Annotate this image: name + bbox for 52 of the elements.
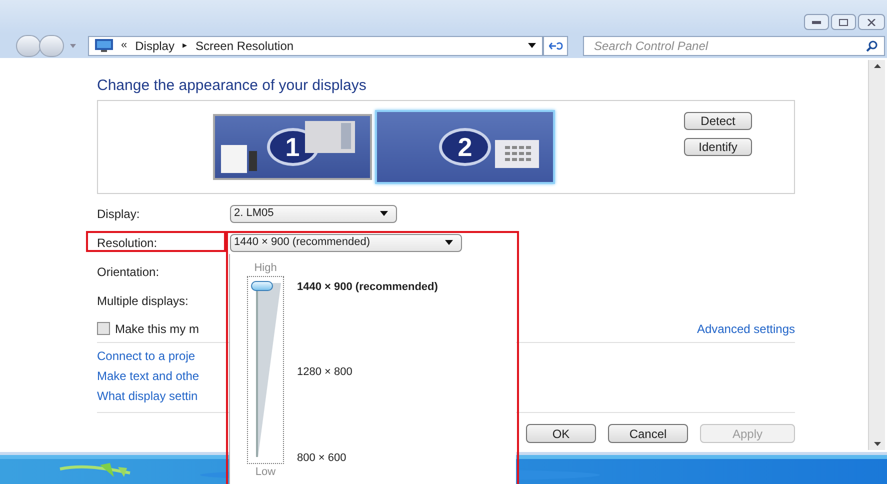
refresh-button[interactable] xyxy=(543,36,568,56)
high-label: High xyxy=(254,261,277,276)
scroll-up-icon xyxy=(874,64,880,68)
select-field[interactable]: 1440 × 900 (recommended) xyxy=(230,234,462,252)
refresh-icon xyxy=(548,40,562,50)
dialog-button[interactable]: Cancel xyxy=(608,424,688,443)
select-field[interactable]: 2. LM05 xyxy=(230,204,397,222)
history-caret-icon xyxy=(70,44,76,48)
caret-icon xyxy=(445,240,453,245)
checkbox-label: Make this my m xyxy=(115,320,200,338)
close-icon xyxy=(867,18,876,26)
help-link[interactable]: What display settin xyxy=(97,386,198,406)
select-value: 1440 × 900 (recommended) xyxy=(234,235,372,250)
minimize-icon xyxy=(812,20,821,24)
field-label: Multiple displays: xyxy=(97,294,188,308)
panel-button[interactable]: Detect xyxy=(684,112,752,130)
panel-button[interactable]: Identify xyxy=(684,138,752,156)
minimize-button[interactable] xyxy=(804,14,829,30)
help-link[interactable]: Connect to a proje xyxy=(97,346,196,366)
breadcrumb-prefix: « xyxy=(121,38,128,54)
monitor-tile[interactable]: 1 xyxy=(213,114,372,180)
breadcrumb-item[interactable]: Screen Resolution xyxy=(195,36,294,54)
caret-icon xyxy=(380,211,388,216)
search-icon xyxy=(866,40,878,52)
breadcrumb-separator: ▸ xyxy=(182,38,188,52)
monitor-number: 2 xyxy=(439,128,491,166)
resolution-option[interactable]: 1440 × 900 (recommended) xyxy=(297,279,438,296)
close-button[interactable] xyxy=(858,14,885,30)
monitor-icon xyxy=(95,39,113,52)
advanced-settings-link[interactable]: Advanced settings xyxy=(696,320,795,338)
field-label: Display: xyxy=(97,206,140,220)
resolution-option[interactable]: 1280 × 800 xyxy=(297,364,438,381)
search-placeholder: Search Control Panel xyxy=(594,38,710,54)
dialog-button[interactable]: OK xyxy=(526,424,596,443)
breadcrumb-item[interactable]: Display xyxy=(135,36,174,54)
maximize-icon xyxy=(839,18,848,26)
monitor-tile[interactable]: 2 xyxy=(375,110,555,184)
field-label: Orientation: xyxy=(97,264,160,278)
caret-icon xyxy=(528,43,536,48)
address-field[interactable]: « Display ▸ Screen Resolution xyxy=(88,36,543,56)
help-link[interactable]: Make text and othe xyxy=(97,366,200,386)
slider-thumb[interactable] xyxy=(251,281,273,291)
scroll-down-icon xyxy=(874,442,880,446)
resolution-option[interactable]: 800 × 600 xyxy=(297,450,438,466)
scrollbar[interactable] xyxy=(868,60,885,450)
keypad-window-icon xyxy=(495,140,539,168)
low-label: Low xyxy=(255,465,276,480)
maximize-button[interactable] xyxy=(831,14,856,30)
page-heading: Change the appearance of your displays xyxy=(97,77,368,94)
field-label: Resolution: xyxy=(97,236,158,250)
select-value: 2. LM05 xyxy=(234,206,275,222)
checkbox[interactable] xyxy=(97,322,110,335)
